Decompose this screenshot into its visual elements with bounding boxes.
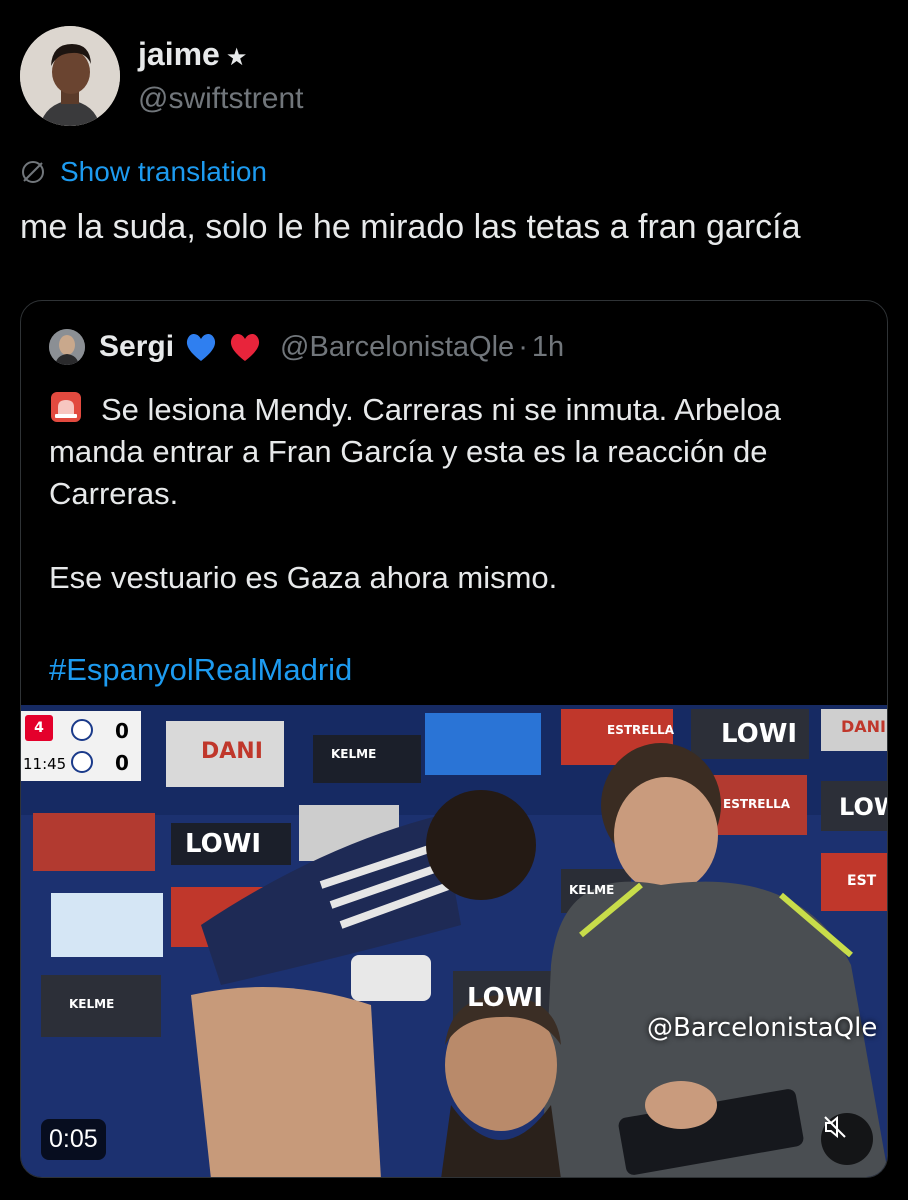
blue-heart-icon [186,333,216,361]
ad-board-estrella: ESTRELLA [607,723,675,737]
home-score: 0 [115,719,129,743]
match-clock: 11:45 [23,755,67,773]
volume-muted-icon [824,1115,846,1139]
show-translation-link[interactable]: Show translation [20,156,267,188]
author-name[interactable]: jaime ★ [138,34,303,78]
ad-board-lowi-3: LOWI [467,983,544,1013]
ad-board-dani-2: DANI [841,717,887,736]
handle-text: @BarcelonistaQle [280,330,515,363]
star-badge-icon: ★ [225,44,248,71]
ad-board-low: LOW [839,793,887,821]
tweet-text: me la suda, solo le he mirado las tetas … [20,208,801,246]
quoted-text-line-2: Ese vestuario es Gaza ahora mismo. [49,560,558,595]
quoted-tweet-card[interactable]: Sergi @BarcelonistaQle · 1h Se lesiona Men… [20,300,888,1178]
quoted-tweet-text: Se lesiona Mendy. Carreras ni se inmuta.… [49,389,869,599]
hashtag-link[interactable]: #EspanyolRealMadrid [49,649,352,691]
show-translation-label: Show translation [60,156,268,187]
ad-board-kelme-3: KELME [569,883,615,897]
author-avatar[interactable] [20,26,120,126]
quoted-author-name: Sergi [99,330,175,363]
ad-board-lowi: LOWI [721,719,798,749]
quoted-tweet-header: Sergi @BarcelonistaQle · 1h [49,329,564,365]
globe-icon [22,161,44,183]
tweet-author[interactable]: jaime ★ @swiftstrent [20,26,303,126]
video-frame [21,705,887,1177]
video-duration: 0:05 [41,1119,106,1160]
quoted-author-avatar [49,329,85,365]
author-name-text: jaime [138,36,220,72]
ad-board-estrella-2: ESTRELLA [723,797,791,811]
mute-button[interactable] [821,1113,873,1165]
author-handle[interactable]: @swiftstrent [138,80,303,118]
match-scoreboard: 4 11:45 0 0 [21,711,141,781]
ad-board-kelme-2: KELME [69,997,115,1011]
separator-dot: · [518,330,528,363]
away-score: 0 [115,751,129,775]
ad-board-lowi-2: LOWI [185,829,262,859]
video-player[interactable]: DANI KELME LOWI ESTRELLA LOWI KELME LOWI… [21,705,887,1177]
ad-board-kelme: KELME [331,747,377,761]
quoted-tweet-time: 1h [531,330,565,363]
league-logo-icon: 4 [25,715,53,741]
real-madrid-crest-icon [71,751,93,773]
ad-board-est: EST [847,873,877,889]
ad-board-dani: DANI [201,739,263,764]
espanyol-crest-icon [71,719,93,741]
quoted-author-handle: @BarcelonistaQle · 1h [280,331,564,364]
police-light-icon [51,392,81,422]
profile-photo-icon [20,26,120,126]
quoted-text-line-1: Se lesiona Mendy. Carreras ni se inmuta.… [49,392,782,511]
avatar-photo-icon [49,329,85,365]
video-watermark: @BarcelonistaQle [647,1013,878,1043]
red-heart-icon [230,333,260,361]
